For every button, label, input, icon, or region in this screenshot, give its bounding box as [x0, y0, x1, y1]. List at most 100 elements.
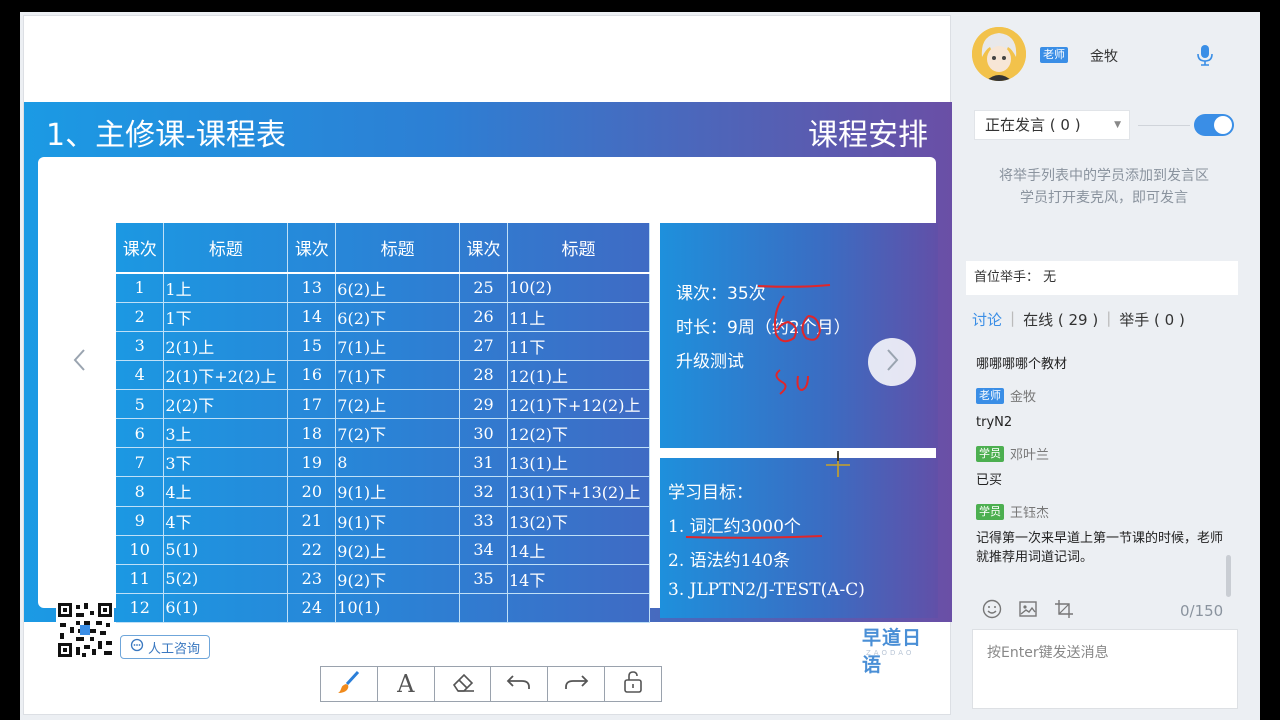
table-row: 12 6(1) 24 10(1) — [116, 593, 651, 624]
handwritten-annotation — [757, 284, 831, 395]
table-row: 11 5(2) 23 9(2)下 35 14下 — [116, 564, 651, 594]
sender-name: 金牧 — [1010, 390, 1037, 405]
role-badge: 老师 — [976, 387, 1004, 404]
toggle-knob — [1214, 116, 1232, 134]
lesson-title-cell: 7(2)下 — [335, 418, 461, 449]
lesson-title-cell: 5(1) — [163, 535, 289, 565]
chat-message-header: 学员 邓叶兰 — [976, 444, 1228, 463]
lesson-number-cell: 4 — [116, 360, 165, 391]
lesson-title-cell: 6(1) — [163, 593, 289, 624]
lesson-title-cell: 12(2)下 — [507, 418, 651, 449]
consult-button[interactable]: 人工咨询 — [120, 635, 210, 659]
text-tool-button[interactable]: A — [378, 667, 435, 701]
goal-item: 3. JLPTN2/J-TEST(A-C) — [668, 580, 865, 600]
qr-code-icon — [56, 601, 114, 659]
lesson-number-cell: 32 — [459, 476, 508, 507]
tab-separator: | — [1106, 309, 1112, 327]
course-slide: 1、主修课-课程表 课程安排 课次 标题 课次 标题 课次 标题 1 1上 13… — [24, 102, 952, 676]
brush-tool-button[interactable] — [321, 667, 378, 701]
chat-message: 已买 — [976, 473, 1003, 488]
whiteboard[interactable]: 1、主修课-课程表 课程安排 课次 标题 课次 标题 课次 标题 1 1上 13… — [23, 15, 952, 715]
teacher-name: 金牧 — [1090, 49, 1118, 65]
lock-tool-button[interactable] — [605, 667, 661, 701]
column-header: 标题 — [163, 223, 289, 274]
screenshot-icon[interactable] — [1054, 599, 1074, 623]
lesson-number-cell: 29 — [459, 389, 508, 420]
lesson-number-cell: 30 — [459, 418, 508, 449]
lesson-number-cell: 8 — [116, 476, 165, 507]
tab-online[interactable]: 在线 ( 29 ) — [1023, 309, 1098, 330]
lesson-number-cell — [459, 593, 508, 624]
table-row: 2 1下 14 6(2)下 26 11上 — [116, 302, 651, 332]
lesson-number-cell: 9 — [116, 506, 165, 536]
lesson-title-cell: 4下 — [163, 506, 289, 536]
next-slide-button[interactable] — [868, 338, 916, 386]
column-header: 课次 — [287, 223, 337, 274]
divider — [1138, 125, 1190, 126]
role-badge: 学员 — [976, 503, 1004, 520]
lesson-number-cell: 26 — [459, 302, 508, 332]
lesson-number-cell: 10 — [116, 535, 165, 565]
tab-discuss[interactable]: 讨论 — [972, 309, 1002, 330]
lesson-number-cell: 24 — [287, 593, 337, 624]
lesson-number-cell: 28 — [459, 360, 508, 391]
lesson-number-cell: 14 — [287, 302, 337, 332]
brand-subtitle: ZAODAO — [866, 649, 915, 657]
chat-message: 哪哪哪哪个教材 — [976, 357, 1068, 372]
table-row: 1 1上 13 6(2)上 25 10(2) — [116, 273, 651, 303]
lesson-number-cell: 7 — [116, 447, 165, 478]
message-input-placeholder: 按Enter键发送消息 — [987, 645, 1109, 661]
avatar — [972, 27, 1026, 81]
lesson-number-cell: 12 — [116, 593, 165, 624]
lesson-title-cell: 11下 — [507, 331, 651, 361]
lesson-number-cell: 11 — [116, 564, 165, 594]
first-hand-raise: 首位举手： 无 — [966, 261, 1238, 295]
lesson-title-cell: 10(2) — [507, 273, 651, 303]
lesson-title-cell: 2(1)下+2(2)上 — [163, 360, 289, 391]
undo-button[interactable] — [491, 667, 549, 701]
lesson-number-cell: 33 — [459, 506, 508, 536]
lesson-number-cell: 18 — [287, 418, 337, 449]
chat-scrollbar[interactable] — [1226, 555, 1231, 597]
hint-line: 学员打开麦克风，即可发言 — [1020, 190, 1188, 206]
column-header: 课次 — [459, 223, 508, 274]
lesson-number-cell: 21 — [287, 506, 337, 536]
message-input[interactable]: 按Enter键发送消息 — [972, 629, 1238, 709]
prev-slide-button[interactable] — [56, 338, 104, 386]
slide-section-title: 课程安排 — [808, 118, 928, 153]
test-text: 升级测试 — [676, 352, 744, 372]
lesson-title-cell: 9(2)下 — [335, 564, 461, 594]
brush-icon — [336, 669, 362, 699]
sender-name: 邓叶兰 — [1010, 448, 1050, 463]
lesson-title-cell: 5(2) — [163, 564, 289, 594]
tab-raise-hand[interactable]: 举手 ( 0 ) — [1119, 309, 1185, 330]
lesson-title-cell: 12(1)下+12(2)上 — [507, 389, 651, 420]
teacher-badge: 老师 — [1040, 47, 1068, 63]
crosshair-cursor-icon — [826, 451, 850, 477]
tab-separator: | — [1010, 309, 1016, 327]
emoji-icon[interactable] — [982, 599, 1002, 623]
speaking-toggle[interactable] — [1194, 114, 1234, 136]
role-badge: 学员 — [976, 445, 1004, 462]
microphone-icon[interactable] — [1196, 43, 1214, 71]
lesson-number-cell: 23 — [287, 564, 337, 594]
column-header: 标题 — [507, 223, 651, 274]
image-icon[interactable] — [1018, 599, 1038, 623]
speaking-dropdown[interactable]: 正在发言 ( 0 ) ▼ — [974, 110, 1130, 140]
redo-button[interactable] — [548, 667, 606, 701]
chat-message-header: 老师 金牧 — [976, 386, 1228, 405]
lesson-title-cell: 2(1)上 — [163, 331, 289, 361]
table-row: 5 2(2)下 17 7(2)上 29 12(1)下+12(2)上 — [116, 389, 651, 420]
table-row: 7 3下 19 8 31 13(1)上 — [116, 447, 651, 478]
eraser-tool-button[interactable] — [435, 667, 492, 701]
lesson-number-cell: 35 — [459, 564, 508, 594]
classroom-sidebar: 老师 金牧 正在发言 ( 0 ) ▼ 将举手列表中的学员添加到发言区 学员打开麦… — [954, 15, 1254, 715]
slide-content-area: 课次 标题 课次 标题 课次 标题 1 1上 13 6(2)上 25 10(2) 2 1下 14… — [38, 157, 938, 676]
schedule-table: 课次 标题 课次 标题 课次 标题 1 1上 13 6(2)上 25 10(2) 2 1下 14… — [116, 223, 651, 624]
lesson-number-cell: 5 — [116, 389, 165, 420]
lesson-title-cell: 4上 — [163, 476, 289, 507]
lesson-title-cell: 7(2)上 — [335, 389, 461, 420]
lesson-number-cell: 27 — [459, 331, 508, 361]
chat-message: 记得第一次来早道上第一节课的时候，老师就推荐用词道记词。 — [976, 531, 1224, 565]
lesson-title-cell: 10(1) — [335, 593, 461, 624]
